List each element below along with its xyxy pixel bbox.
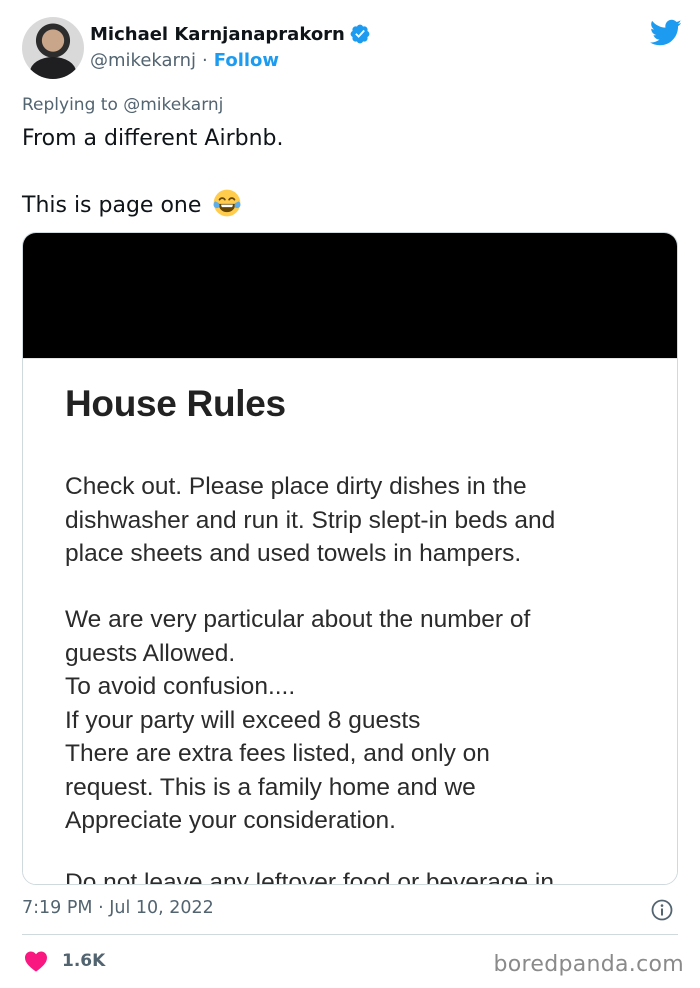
tweet-text-line-1: From a different Airbnb. <box>22 126 284 151</box>
separator-dot: · <box>202 50 208 71</box>
document-line: dishwasher and run it. Strip slept-in be… <box>65 506 556 534</box>
tweet-text-line-2: This is page one <box>22 188 242 218</box>
like-count: 1.6K <box>62 951 106 971</box>
author-name-row[interactable]: Michael Karnjanaprakorn <box>90 23 371 45</box>
twitter-bird-icon[interactable] <box>650 19 682 47</box>
document-line: Check out. Please place dirty dishes in … <box>65 473 527 500</box>
author-name[interactable]: Michael Karnjanaprakorn <box>90 24 345 45</box>
house-rules-document: House Rules Check out. Please place dirt… <box>23 358 677 885</box>
follow-link[interactable]: Follow <box>214 50 279 71</box>
document-paragraph-2: We are very particular about the number … <box>65 603 655 838</box>
heart-icon[interactable] <box>24 950 48 972</box>
face-with-tears-of-joy-emoji-icon <box>213 189 241 217</box>
handle-row: @mikekarnj · Follow <box>90 50 279 71</box>
document-line: guests Allowed. <box>65 639 236 667</box>
document-line: To avoid confusion.... <box>65 673 296 700</box>
reply-mention-link[interactable]: @mikekarnj <box>123 95 223 115</box>
reply-prefix: Replying to <box>22 95 118 115</box>
document-line: There are extra fees listed, and only on <box>65 740 490 767</box>
author-handle[interactable]: @mikekarnj <box>90 50 196 71</box>
tweet-text-line-2-text: This is page one <box>22 193 202 218</box>
document-title: House Rules <box>65 383 286 424</box>
info-icon[interactable] <box>650 898 674 922</box>
document-line: We are very particular about the number … <box>65 606 531 633</box>
document-line: place sheets and used towels in hampers. <box>65 540 522 567</box>
like-action[interactable]: 1.6K <box>24 950 105 972</box>
document-line: If your party will exceed 8 guests <box>65 706 421 734</box>
document-line: Do not leave any leftover food or bevera… <box>65 869 554 885</box>
document-paragraph-3-cut-off: Do not leave any leftover food or bevera… <box>65 866 655 885</box>
document-line: request. This is a family home and we <box>65 773 476 801</box>
avatar[interactable] <box>22 17 84 79</box>
tweet-header: Michael Karnjanaprakorn @mikekarnj · Fol… <box>22 17 682 81</box>
image-black-band <box>23 233 677 358</box>
watermark-text: boredpanda.com <box>493 952 684 977</box>
document-line: Appreciate your consideration. <box>65 807 396 834</box>
document-paragraph-1: Check out. Please place dirty dishes in … <box>65 470 655 571</box>
tweet-media-image[interactable]: House Rules Check out. Please place dirt… <box>22 232 678 885</box>
replying-to: Replying to @mikekarnj <box>22 95 223 115</box>
tweet-timestamp[interactable]: 7:19 PM · Jul 10, 2022 <box>22 898 214 918</box>
divider <box>22 934 678 935</box>
verified-badge-icon <box>350 24 370 44</box>
